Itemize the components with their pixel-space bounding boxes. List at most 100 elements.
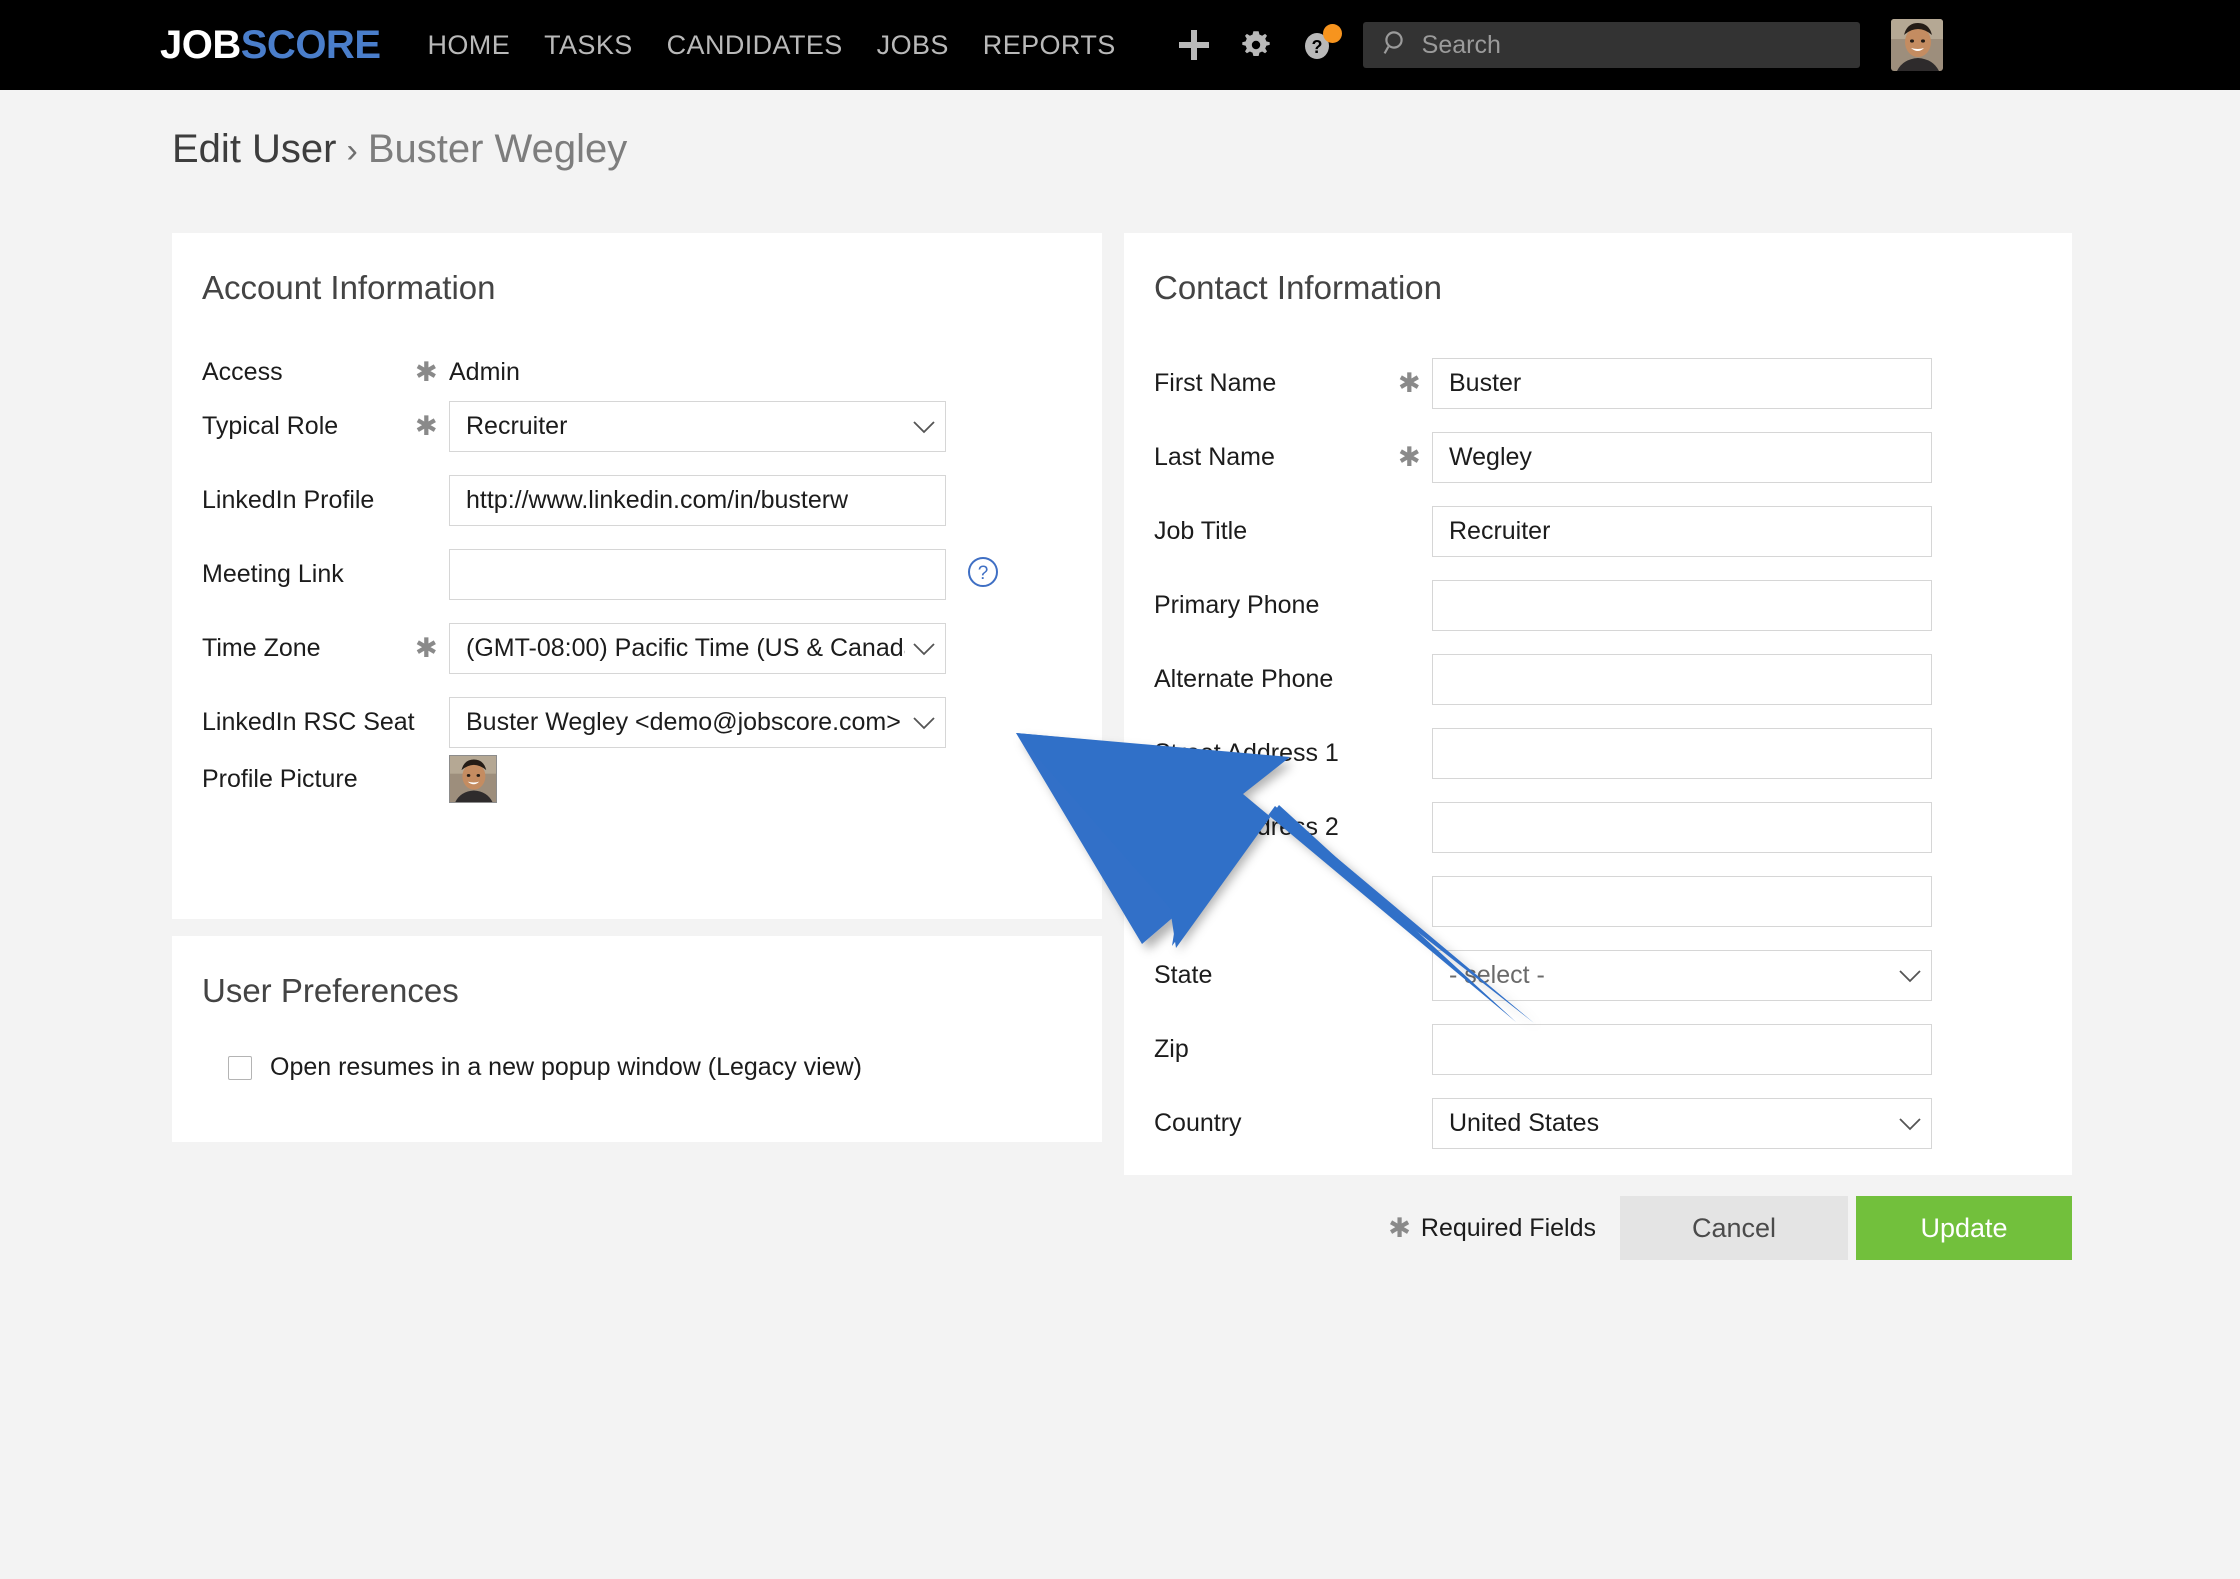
- last-name-label: Last Name: [1154, 443, 1275, 471]
- profile-picture-label: Profile Picture: [202, 764, 358, 793]
- user-preferences-card: User Preferences: [172, 936, 1102, 1142]
- field-row-zip: Zip: [1154, 1024, 2044, 1075]
- required-fields-note: ✱ Required Fields: [1388, 1214, 1596, 1243]
- jobscore-logo[interactable]: JOBSCORE: [160, 25, 381, 65]
- linkedin-rsc-seat-value: Buster Wegley <demo@jobscore.com>: [466, 708, 901, 736]
- field-row-job-title: Job Title Recruiter: [1154, 506, 2044, 557]
- open-resumes-checkbox[interactable]: [228, 1055, 252, 1080]
- logo-score-text: SCORE: [240, 23, 381, 67]
- nav-home[interactable]: HOME: [411, 30, 528, 61]
- linkedin-rsc-seat-label: LinkedIn RSC Seat: [202, 708, 415, 736]
- state-label: State: [1154, 961, 1213, 989]
- job-title-input[interactable]: Recruiter: [1432, 506, 1932, 557]
- search-icon: [1383, 29, 1410, 61]
- field-row-primary-phone: Primary Phone: [1154, 580, 2044, 631]
- zip-input[interactable]: [1432, 1024, 1932, 1075]
- user-avatar[interactable]: [1890, 19, 1943, 71]
- meeting-link-input[interactable]: [449, 549, 946, 600]
- breadcrumb: Edit User › Buster Wegley: [172, 125, 627, 173]
- linkedin-profile-label: LinkedIn Profile: [202, 486, 375, 514]
- chevron-down-icon: [1899, 961, 1921, 990]
- required-fields-text: Required Fields: [1420, 1213, 1596, 1242]
- first-name-label: First Name: [1154, 369, 1277, 397]
- open-resumes-label[interactable]: Open resumes in a new popup window (Lega…: [270, 1053, 862, 1082]
- field-row-linkedin-rsc-seat: LinkedIn RSC Seat Buster Wegley <demo@jo…: [202, 697, 1072, 748]
- field-row-profile-picture: Profile Picture: [202, 755, 1072, 803]
- access-required-mark: ✱: [415, 357, 438, 387]
- primary-phone-input[interactable]: [1432, 580, 1932, 631]
- time-zone-value: (GMT-08:00) Pacific Time (US & Canada: [466, 634, 905, 662]
- breadcrumb-separator-icon: ›: [346, 132, 358, 170]
- time-zone-required-mark: ✱: [415, 633, 438, 663]
- country-select[interactable]: United States: [1432, 1098, 1932, 1149]
- field-row-street-address-2: Street Address 2: [1154, 802, 2044, 853]
- chevron-down-icon: [913, 412, 935, 441]
- help-icon[interactable]: ?: [1301, 24, 1342, 62]
- meeting-link-label: Meeting Link: [202, 560, 344, 588]
- time-zone-select[interactable]: (GMT-08:00) Pacific Time (US & Canada: [449, 623, 946, 674]
- breadcrumb-current: Buster Wegley: [367, 127, 628, 171]
- update-button[interactable]: Update: [1856, 1196, 2072, 1260]
- typical-role-label: Typical Role: [202, 412, 339, 440]
- field-row-street-address-1: Street Address 1: [1154, 728, 2044, 779]
- city-input[interactable]: [1432, 876, 1932, 927]
- linkedin-profile-input[interactable]: http://www.linkedin.com/in/busterw: [449, 475, 946, 526]
- notification-badge: [1322, 24, 1342, 43]
- street-address-2-label: Street Address 2: [1154, 813, 1339, 841]
- meeting-link-help-icon[interactable]: ?: [966, 555, 1000, 594]
- field-row-linkedin-profile: LinkedIn Profile http://www.linkedin.com…: [202, 475, 1072, 526]
- search-placeholder: Search: [1421, 30, 1501, 59]
- street-address-1-input[interactable]: [1432, 728, 1932, 779]
- user-preferences-title: User Preferences: [202, 972, 459, 1009]
- country-value: United States: [1449, 1109, 1600, 1137]
- preference-popup-resumes-row: Open resumes in a new popup window (Lega…: [228, 1053, 862, 1082]
- typical-role-select[interactable]: Recruiter: [449, 401, 946, 452]
- field-row-meeting-link: Meeting Link ?: [202, 549, 1072, 600]
- svg-text:?: ?: [978, 563, 989, 584]
- cancel-button[interactable]: Cancel: [1620, 1196, 1848, 1260]
- nav-reports[interactable]: REPORTS: [966, 30, 1133, 61]
- field-row-alternate-phone: Alternate Phone: [1154, 654, 2044, 705]
- primary-phone-label: Primary Phone: [1154, 591, 1320, 619]
- time-zone-label: Time Zone: [202, 634, 321, 662]
- zip-label: Zip: [1154, 1035, 1189, 1063]
- alternate-phone-label: Alternate Phone: [1154, 665, 1334, 693]
- breadcrumb-parent[interactable]: Edit User: [172, 127, 337, 171]
- search-input[interactable]: Search: [1362, 22, 1860, 68]
- gear-icon[interactable]: [1239, 28, 1273, 62]
- account-information-title: Account Information: [202, 269, 496, 306]
- job-title-label: Job Title: [1154, 517, 1248, 545]
- profile-picture-thumbnail[interactable]: [449, 755, 497, 803]
- field-row-typical-role: Typical Role ✱ Recruiter: [202, 401, 1072, 452]
- nav-candidates[interactable]: CANDIDATES: [650, 30, 860, 61]
- main-nav: HOME TASKS CANDIDATES JOBS REPORTS: [411, 30, 1133, 61]
- field-row-state: State - select -: [1154, 950, 2044, 1001]
- typical-role-value: Recruiter: [466, 412, 568, 440]
- access-value: Admin: [449, 358, 520, 386]
- nav-jobs[interactable]: JOBS: [860, 30, 966, 61]
- alternate-phone-input[interactable]: [1432, 654, 1932, 705]
- last-name-value: Wegley: [1449, 443, 1532, 471]
- nav-tasks[interactable]: TASKS: [527, 30, 650, 61]
- linkedin-profile-value: http://www.linkedin.com/in/busterw: [466, 486, 849, 514]
- plus-icon[interactable]: [1177, 28, 1211, 62]
- typical-role-required-mark: ✱: [415, 411, 438, 441]
- logo-job-text: JOB: [160, 23, 241, 67]
- street-address-2-input[interactable]: [1432, 802, 1932, 853]
- first-name-required-mark: ✱: [1398, 368, 1421, 398]
- first-name-input[interactable]: Buster: [1432, 358, 1932, 409]
- state-value: - select -: [1449, 961, 1545, 989]
- contact-information-title: Contact Information: [1154, 269, 1442, 306]
- access-label: Access: [202, 358, 283, 386]
- job-title-value: Recruiter: [1449, 517, 1551, 545]
- linkedin-rsc-seat-select[interactable]: Buster Wegley <demo@jobscore.com>: [449, 697, 946, 748]
- account-information-card: Account Information Access ✱ Admin Typic…: [172, 233, 1102, 919]
- chevron-down-icon: [1899, 1109, 1921, 1138]
- state-select[interactable]: - select -: [1432, 950, 1932, 1001]
- last-name-input[interactable]: Wegley: [1432, 432, 1932, 483]
- chevron-down-icon: [913, 634, 935, 663]
- required-fields-mark: ✱: [1388, 1212, 1411, 1243]
- svg-text:?: ?: [1311, 37, 1322, 57]
- field-row-last-name: Last Name ✱ Wegley: [1154, 432, 2044, 483]
- country-label: Country: [1154, 1109, 1242, 1137]
